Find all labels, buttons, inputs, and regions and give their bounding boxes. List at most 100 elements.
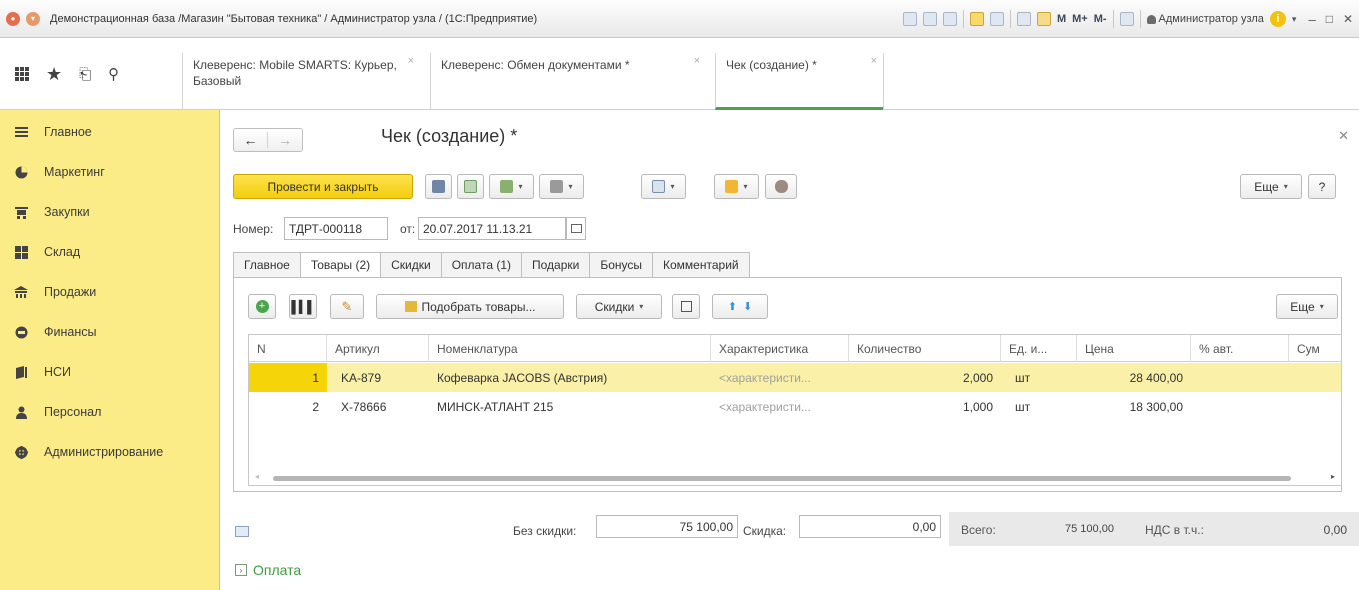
add-row-button[interactable]: +	[248, 294, 276, 319]
column-header-n[interactable]: N	[249, 335, 327, 362]
tab-comment[interactable]: Комментарий	[653, 252, 750, 278]
info-icon[interactable]: i	[1269, 11, 1286, 27]
info-dropdown-icon[interactable]: ▾	[1292, 14, 1297, 25]
save-icon[interactable]	[902, 12, 917, 26]
window-layout-icon[interactable]	[1119, 12, 1134, 26]
close-form-icon[interactable]: ✕	[1338, 128, 1349, 144]
post-and-close-button[interactable]: Провести и закрыть	[233, 174, 413, 199]
sidebar-item-main[interactable]: Главное	[0, 112, 219, 152]
app-menu-icon[interactable]: ▾	[26, 11, 40, 26]
sidebar-item-personnel[interactable]: Персонал	[0, 392, 219, 432]
close-window-button[interactable]: ✕	[1343, 12, 1353, 26]
post-button[interactable]	[457, 174, 484, 199]
save-button[interactable]	[425, 174, 452, 199]
pick-goods-button[interactable]: Подобрать товары...	[376, 294, 564, 319]
open-tab-exchange[interactable]: Клеверенс: Обмен документами * ×	[430, 53, 706, 110]
cell-auto-discount	[1191, 363, 1289, 392]
pie-chart-icon	[14, 165, 28, 179]
favorites-icon[interactable]	[969, 12, 984, 26]
column-header-sum[interactable]: Сум	[1289, 335, 1341, 362]
scrollbar-thumb[interactable]	[273, 476, 1291, 481]
report-icon	[652, 180, 666, 193]
sidebar-item-purchases[interactable]: Закупки	[0, 192, 219, 232]
table-row[interactable]: 2 X-78666 МИНСК-АТЛАНТ 215 <характеристи…	[249, 392, 1341, 421]
tab-gifts[interactable]: Подарки	[522, 252, 591, 278]
print-button[interactable]: ▾	[539, 174, 584, 199]
close-tab-icon[interactable]: ×	[694, 53, 700, 69]
memory-plus-button[interactable]: M+	[1072, 13, 1088, 25]
search-icon[interactable]: ⚲	[108, 65, 119, 83]
history-icon[interactable]: ⎗	[79, 66, 91, 83]
eraser-button[interactable]	[765, 174, 797, 199]
column-header-article[interactable]: Артикул	[327, 335, 429, 362]
forward-arrow-icon[interactable]: →	[268, 132, 302, 148]
reports-button[interactable]: ▾	[641, 174, 686, 199]
calculator-icon[interactable]	[235, 526, 249, 537]
sidebar-item-sales[interactable]: Продажи	[0, 272, 219, 312]
tab-goods[interactable]: Товары (2)	[300, 252, 382, 278]
sidebar-item-finance[interactable]: Финансы	[0, 312, 219, 352]
without-discount-field[interactable]: 75 100,00	[596, 515, 738, 538]
close-tab-icon[interactable]: ×	[408, 53, 414, 69]
attachments-button[interactable]: ▾	[714, 174, 759, 199]
cell-name: Кофеварка JACOBS (Австрия)	[437, 370, 608, 385]
close-tab-icon[interactable]: ×	[871, 53, 877, 69]
move-rows-buttons[interactable]: ⬆ ⬇	[712, 294, 768, 319]
column-header-auto-discount[interactable]: % авт.	[1191, 335, 1289, 362]
column-header-price[interactable]: Цена	[1077, 335, 1191, 362]
memory-button[interactable]: M	[1057, 13, 1066, 25]
expand-icon: ›	[235, 564, 247, 576]
create-based-on-button[interactable]: ▾	[489, 174, 534, 199]
print-icon[interactable]	[922, 12, 937, 26]
scroll-left-icon[interactable]: ◂	[255, 472, 259, 481]
window-title: Демонстрационная база /Магазин "Бытовая …	[50, 12, 538, 25]
back-arrow-icon[interactable]: ←	[234, 132, 268, 148]
history-icon[interactable]	[989, 12, 1004, 26]
horizontal-scrollbar[interactable]: ◂ ▸	[249, 471, 1341, 485]
memory-minus-button[interactable]: M-	[1094, 13, 1107, 25]
discounts-dropdown-button[interactable]: Скидки ▾	[576, 294, 662, 319]
sidebar-item-marketing[interactable]: Маркетинг	[0, 152, 219, 192]
date-field[interactable]: 20.07.2017 11.13.21	[418, 217, 566, 240]
current-user[interactable]: Администратор узла	[1146, 13, 1264, 25]
move-down-icon[interactable]: ⬇	[743, 300, 752, 313]
tab-discounts[interactable]: Скидки	[381, 252, 442, 278]
calendar-icon[interactable]	[1016, 12, 1031, 26]
tab-bonuses[interactable]: Бонусы	[590, 252, 654, 278]
goods-more-button[interactable]: Еще ▾	[1276, 294, 1338, 319]
open-tab-mobile-smarts[interactable]: Клеверенс: Mobile SMARTS: Курьер, Базовы…	[182, 53, 420, 110]
preview-icon[interactable]	[942, 12, 957, 26]
total-label: Всего:	[961, 523, 996, 537]
discount-field[interactable]: 0,00	[799, 515, 941, 538]
sidebar-item-nsi[interactable]: НСИ	[0, 352, 219, 392]
help-button[interactable]: ?	[1308, 174, 1336, 199]
open-tab-receipt[interactable]: Чек (создание) * ×	[715, 53, 883, 110]
page-title: Чек (создание) *	[381, 126, 518, 146]
app-logo-icon[interactable]: ●	[6, 11, 20, 26]
column-header-quantity[interactable]: Количество	[849, 335, 1001, 362]
column-header-unit[interactable]: Ед. и...	[1001, 335, 1077, 362]
number-field[interactable]: ТДРТ-000118	[284, 217, 388, 240]
table-row[interactable]: 1 KA-879 Кофеварка JACOBS (Австрия) <хар…	[249, 363, 1341, 392]
sidebar-item-warehouse[interactable]: Склад	[0, 232, 219, 272]
cell-auto-discount	[1191, 392, 1289, 421]
gear-icon	[14, 445, 28, 459]
payment-section-toggle[interactable]: › Оплата	[235, 562, 301, 578]
minimize-button[interactable]: –	[1308, 12, 1315, 27]
fit-columns-button[interactable]	[672, 294, 700, 319]
tab-main[interactable]: Главное	[233, 252, 301, 278]
move-up-icon[interactable]: ⬆	[728, 300, 737, 313]
calendar-button[interactable]	[566, 217, 586, 240]
sidebar-item-administration[interactable]: Администрирование	[0, 432, 219, 472]
more-button[interactable]: Еще ▾	[1240, 174, 1302, 199]
edit-button[interactable]: ✎	[330, 294, 364, 319]
column-header-name[interactable]: Номенклатура	[429, 335, 711, 362]
scroll-right-icon[interactable]: ▸	[1331, 472, 1335, 481]
tab-payment[interactable]: Оплата (1)	[441, 252, 522, 278]
column-header-characteristic[interactable]: Характеристика	[711, 335, 849, 362]
calculator-icon[interactable]	[1036, 12, 1051, 26]
barcode-button[interactable]: ▌▍▌	[289, 294, 317, 319]
maximize-button[interactable]: □	[1326, 12, 1333, 26]
all-functions-icon[interactable]	[15, 67, 29, 81]
star-icon[interactable]: ★	[46, 64, 62, 85]
